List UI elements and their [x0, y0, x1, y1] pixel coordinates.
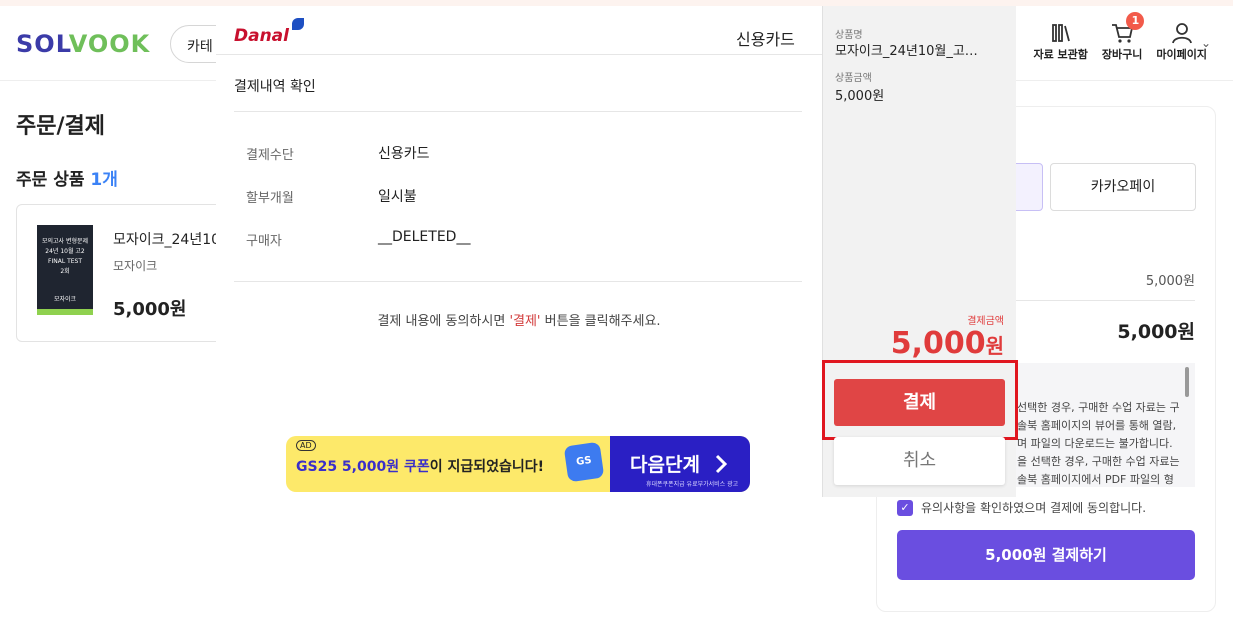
danal-logo: Danal: [234, 18, 304, 46]
danal-payment-window: Danal 신용카드 결제내역 확인 결제수단 신용카드 할부개월 일시불 구매…: [216, 6, 1018, 497]
row-value-buyer: __DELETED__: [378, 229, 471, 245]
total-value: 5,000원: [1117, 321, 1195, 343]
nav-mypage-label: 마이페이지: [1156, 48, 1207, 61]
row-label-buyer: 구매자: [246, 234, 282, 249]
chevron-down-icon[interactable]: ⌄: [1201, 36, 1211, 50]
page-title: 주문/결제: [16, 114, 105, 139]
ad-next-button[interactable]: 다음단계 휴대폰쿠폰지급 유료부가서비스 광고: [610, 436, 750, 492]
agree-text: 유의사항을 확인하였으며 결제에 동의합니다.: [921, 501, 1147, 515]
order-count: 1개: [90, 170, 118, 190]
row-label-installment: 할부개월: [246, 191, 294, 206]
subtotal-value: 5,000원: [1145, 274, 1195, 289]
row-value-installment: 일시불: [378, 189, 417, 205]
section-title: 결제내역 확인: [234, 79, 316, 95]
agree-row[interactable]: ✓ 유의사항을 확인하였으며 결제에 동의합니다.: [897, 499, 1146, 516]
agree-checkbox[interactable]: ✓: [897, 499, 913, 516]
rows-divider: [234, 281, 802, 282]
product-cover: 모의고사 변형문제 24년 10월 고2 FINAL TEST 2회 모자이크: [37, 225, 93, 315]
side-amount-value: 5,000원: [890, 326, 1004, 361]
danal-divider: [216, 54, 822, 55]
row-label-method: 결제수단: [246, 148, 294, 163]
archive-icon: [1047, 20, 1075, 46]
nav-cart-label: 장바구니: [1101, 48, 1143, 61]
danal-cancel-button[interactable]: 취소: [834, 437, 1005, 485]
solbook-logo[interactable]: SOLVOOK: [16, 30, 150, 58]
nav-cart[interactable]: 1 장바구니: [1101, 12, 1145, 62]
product-price: 5,000원: [113, 299, 187, 320]
product-brand: 모자이크: [113, 259, 158, 273]
chevron-right-icon: [715, 454, 728, 474]
cart-count-badge: 1: [1126, 12, 1145, 30]
payment-method-title: 신용카드: [736, 30, 795, 49]
kakaopay-option[interactable]: 카카오페이: [1050, 163, 1196, 211]
side-price-value: 5,000원: [835, 89, 885, 104]
product-name: 모자이크_24년10: [113, 232, 221, 248]
row-value-method: 신용카드: [378, 146, 430, 162]
side-product-value: 모자이크_24년10월_고…: [835, 44, 978, 59]
danal-side-panel: 상품명 모자이크_24년10월_고… 상품금액 5,000원 결제금액 5,00…: [822, 6, 1018, 497]
ad-banner[interactable]: AD GS25 5,000원 쿠폰이 지급되었습니다! GS 다음단계 휴대폰쿠…: [286, 436, 750, 492]
section-divider: [234, 111, 802, 112]
product-card: 모의고사 변형문제 24년 10월 고2 FINAL TEST 2회 모자이크 …: [16, 204, 226, 342]
header-nav: 자료 보관함 1 장바구니 마이페이지: [1033, 12, 1207, 62]
gs-coupon-icon: GS: [563, 441, 605, 483]
ad-note: 휴대폰쿠폰지급 유료부가서비스 광고: [646, 481, 739, 488]
consent-text: 결제 내용에 동의하시면 '결제' 버튼을 클릭해주세요.: [377, 314, 661, 329]
checkout-pay-button[interactable]: 5,000원 결제하기: [897, 530, 1195, 580]
nav-mypage[interactable]: 마이페이지: [1156, 20, 1207, 62]
side-price-label: 상품금액: [835, 73, 872, 84]
user-icon: [1168, 20, 1196, 46]
nav-archive[interactable]: 자료 보관함: [1033, 20, 1088, 62]
side-product-label: 상품명: [835, 30, 863, 41]
nav-archive-label: 자료 보관함: [1033, 48, 1088, 61]
side-amount-label: 결제금액: [967, 316, 1004, 327]
ad-message: GS25 5,000원 쿠폰이 지급되었습니다!: [296, 459, 545, 475]
notice-scrollbar[interactable]: [1185, 367, 1189, 397]
order-heading: 주문 상품 1개: [16, 170, 118, 190]
ad-tag: AD: [296, 440, 316, 451]
danal-pay-button[interactable]: 결제: [834, 379, 1005, 426]
